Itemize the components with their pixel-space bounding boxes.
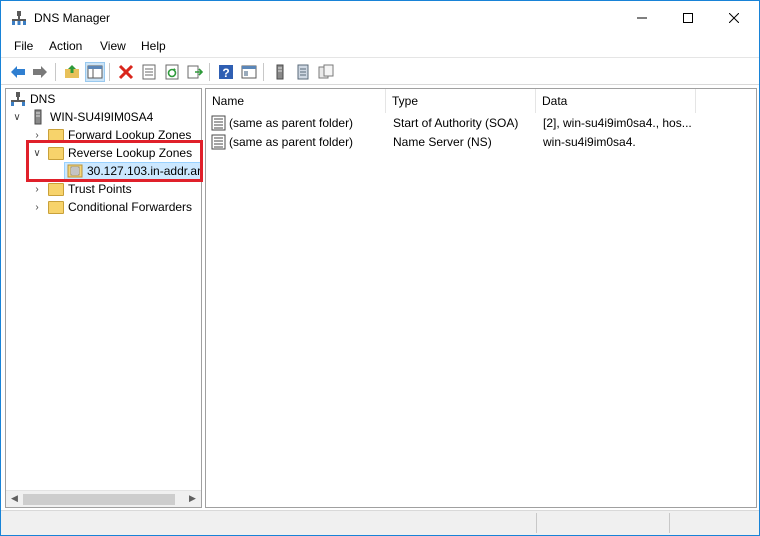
show-hide-tree-icon: [87, 65, 103, 79]
server-icon: [34, 109, 42, 125]
tree-node-forward-lookup-zones[interactable]: › Forward Lookup Zones: [30, 126, 191, 144]
table-row[interactable]: (same as parent folder) Start of Authori…: [206, 114, 756, 133]
chevron-right-icon[interactable]: ›: [30, 130, 44, 141]
record-type: Name Server (NS): [393, 135, 492, 149]
menu-help[interactable]: Help: [141, 39, 166, 53]
new-record-button[interactable]: [293, 62, 313, 82]
toolbar-separator: [109, 63, 110, 81]
tree-label: Reverse Lookup Zones: [68, 146, 193, 160]
menu-file[interactable]: File: [14, 39, 33, 53]
server-icon: [276, 64, 284, 80]
maximize-icon: [683, 13, 693, 23]
minimize-button[interactable]: [619, 1, 665, 35]
chevron-right-icon[interactable]: ›: [30, 202, 44, 213]
console-icon: [241, 65, 257, 79]
folder-icon: [48, 128, 64, 142]
delete-icon: [118, 64, 134, 80]
toolbar-separator: [55, 63, 56, 81]
folder-icon: [48, 182, 64, 196]
dns-app-icon: [12, 11, 26, 25]
tree-label: Forward Lookup Zones: [68, 128, 192, 142]
records-list[interactable]: Name Type Data (same as parent folder) S…: [205, 88, 757, 508]
tree-node-server[interactable]: ∨ WIN-SU4I9IM0SA4: [10, 108, 153, 126]
tree-node-dns[interactable]: DNS: [6, 90, 55, 108]
status-bar: [1, 510, 759, 535]
properties-icon: [142, 64, 156, 80]
tree-node-reverse-zone-selected[interactable]: 30.127.103.in-addr.arpa: [64, 162, 202, 180]
tree-label: 30.127.103.in-addr.arpa: [87, 164, 202, 178]
minimize-icon: [637, 17, 647, 19]
record-icon: [211, 115, 226, 131]
record-name: (same as parent folder): [229, 135, 354, 149]
refresh-button[interactable]: [162, 62, 182, 82]
tree-node-trust-points[interactable]: › Trust Points: [30, 180, 132, 198]
chevron-down-icon[interactable]: ∨: [30, 148, 44, 159]
table-row[interactable]: (same as parent folder) Name Server (NS)…: [206, 133, 756, 152]
toolbar: ?: [1, 57, 759, 85]
export-list-button[interactable]: [185, 62, 205, 82]
up-folder-icon: [65, 65, 79, 78]
menu-action[interactable]: Action: [49, 39, 82, 53]
server-button[interactable]: [270, 62, 290, 82]
svg-text:?: ?: [222, 66, 229, 80]
record-icon: [297, 64, 309, 80]
column-header-type[interactable]: Type: [386, 89, 536, 113]
title-bar[interactable]: DNS Manager: [1, 1, 759, 35]
status-segment: [669, 513, 757, 533]
scroll-left-icon[interactable]: ◀: [11, 493, 18, 504]
forward-arrow-icon: [33, 66, 47, 78]
tree-horizontal-scrollbar[interactable]: ◀ ▶: [6, 490, 201, 507]
toolbar-separator: [209, 63, 210, 81]
up-one-level-button[interactable]: [62, 62, 82, 82]
column-header-name[interactable]: Name: [206, 89, 386, 113]
properties-button[interactable]: [139, 62, 159, 82]
record-type: Start of Authority (SOA): [393, 116, 519, 130]
back-arrow-icon: [11, 66, 25, 78]
record-data: win-su4i9im0sa4.: [543, 135, 636, 149]
dns-manager-window: DNS Manager File Action View Help ? DNS …: [0, 0, 760, 536]
close-icon: [729, 13, 739, 23]
close-button[interactable]: [711, 1, 757, 35]
refresh-icon: [165, 64, 179, 80]
menu-bar: File Action View Help: [1, 35, 759, 57]
menu-view[interactable]: View: [100, 39, 126, 53]
forward-button[interactable]: [30, 62, 50, 82]
help-button[interactable]: ?: [216, 62, 236, 82]
status-segment: [536, 513, 669, 533]
column-header-data[interactable]: Data: [536, 89, 696, 113]
dns-icon: [11, 92, 25, 106]
show-hide-tree-button[interactable]: [85, 62, 105, 82]
record-icon: [211, 134, 226, 150]
chevron-down-icon[interactable]: ∨: [10, 112, 24, 123]
maximize-button[interactable]: [665, 1, 711, 35]
record-name: (same as parent folder): [229, 116, 354, 130]
zone-button[interactable]: [316, 62, 336, 82]
scrollbar-thumb[interactable]: [23, 494, 175, 505]
zone-file-icon: [67, 164, 83, 178]
chevron-right-icon[interactable]: ›: [30, 184, 44, 195]
scroll-right-icon[interactable]: ▶: [189, 493, 196, 504]
tree-label-dns: DNS: [30, 92, 56, 106]
record-data: [2], win-su4i9im0sa4., hos...: [543, 116, 692, 130]
tree-node-conditional-forwarders[interactable]: › Conditional Forwarders: [30, 198, 192, 216]
window-title: DNS Manager: [34, 11, 111, 25]
folder-icon: [48, 146, 64, 160]
folder-icon: [48, 200, 64, 214]
help-icon: ?: [219, 65, 233, 80]
back-button[interactable]: [8, 62, 28, 82]
tree-label: Trust Points: [68, 182, 132, 196]
export-list-icon: [187, 65, 203, 79]
console-button[interactable]: [239, 62, 259, 82]
zone-icon: [318, 64, 334, 79]
tree-node-reverse-lookup-zones[interactable]: ∨ Reverse Lookup Zones: [30, 144, 192, 162]
tree-label-server: WIN-SU4I9IM0SA4: [50, 110, 154, 124]
delete-button[interactable]: [116, 62, 136, 82]
toolbar-separator: [263, 63, 264, 81]
console-tree[interactable]: DNS ∨ WIN-SU4I9IM0SA4 › Forward Lookup Z…: [5, 88, 202, 508]
tree-label: Conditional Forwarders: [68, 200, 193, 214]
